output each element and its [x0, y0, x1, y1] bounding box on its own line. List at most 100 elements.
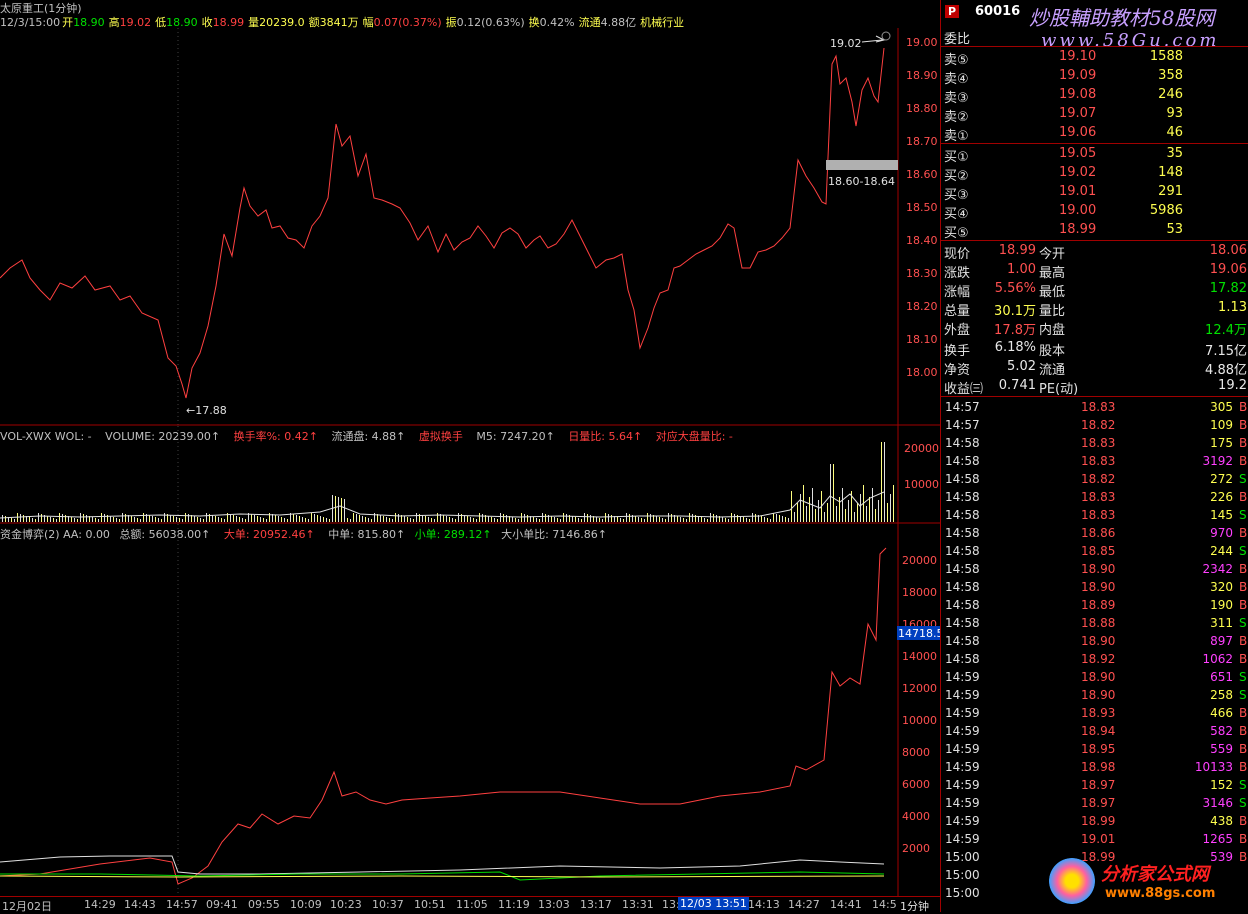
- volume-bar: [161, 519, 162, 522]
- sell-row[interactable]: 卖① 19.06 46: [941, 124, 1248, 144]
- volume-bar: [563, 513, 564, 522]
- trade-row[interactable]: 14:58 18.83 145 S: [941, 506, 1248, 524]
- volume-bar: [659, 517, 660, 522]
- trade-row[interactable]: 14:59 18.97 152 S: [941, 776, 1248, 794]
- volume-bar: [59, 513, 60, 522]
- trade-row[interactable]: 14:59 18.94 582 B: [941, 722, 1248, 740]
- info-icon[interactable]: [881, 31, 891, 41]
- sell-row[interactable]: 卖⑤ 19.10 1588: [941, 48, 1248, 68]
- trade-row[interactable]: 14:58 18.90 897 B: [941, 632, 1248, 650]
- volume-bar: [893, 485, 894, 522]
- volume-bar: [803, 485, 804, 522]
- volume-bar: [113, 517, 114, 522]
- total-line: [0, 855, 885, 875]
- trade-row[interactable]: 14:58 18.82 272 S: [941, 470, 1248, 488]
- x-tick: 14:41: [830, 898, 862, 911]
- trade-row[interactable]: 14:57 18.83 305 B: [941, 398, 1248, 416]
- volume-bar: [881, 442, 882, 522]
- volume-bar: [116, 518, 117, 522]
- trade-row[interactable]: 14:58 18.89 190 B: [941, 596, 1248, 614]
- price-tick: 18.40: [906, 234, 938, 247]
- sell-row[interactable]: 卖② 19.07 93: [941, 105, 1248, 125]
- trade-row[interactable]: 14:58 18.92 1062 B: [941, 650, 1248, 668]
- trade-side: B: [1239, 436, 1248, 450]
- trade-row[interactable]: 14:59 18.97 3146 S: [941, 794, 1248, 812]
- volume-bar: [836, 506, 837, 522]
- volume-bar: [551, 516, 552, 522]
- volume-bar: [479, 513, 480, 522]
- stat-row: 总量 30.1万 量比 1.13: [941, 299, 1248, 319]
- trade-price: 18.93: [1081, 706, 1116, 720]
- volume-bar: [278, 516, 279, 522]
- volume-bar: [302, 517, 303, 522]
- low-annotation: ←17.88: [186, 404, 227, 417]
- trade-row[interactable]: 14:58 18.88 311 S: [941, 614, 1248, 632]
- volume-bar: [629, 514, 630, 522]
- trade-row[interactable]: 14:58 18.83 226 B: [941, 488, 1248, 506]
- trade-time: 15:00: [945, 868, 980, 882]
- buy-row[interactable]: 买② 19.02 148: [941, 164, 1248, 184]
- trade-row[interactable]: 14:59 19.01 1265 B: [941, 830, 1248, 848]
- trade-row[interactable]: 14:58 18.86 970 B: [941, 524, 1248, 542]
- trade-row[interactable]: 14:58 18.85 244 S: [941, 542, 1248, 560]
- trade-row[interactable]: 14:59 18.90 258 S: [941, 686, 1248, 704]
- volume-bar: [308, 519, 309, 522]
- volume-bar: [386, 517, 387, 522]
- trade-row[interactable]: 14:58 18.90 320 B: [941, 578, 1248, 596]
- trade-row[interactable]: 14:57 18.82 109 B: [941, 416, 1248, 434]
- stock-code[interactable]: 60016: [975, 4, 1020, 19]
- trade-row[interactable]: 14:58 18.83 175 B: [941, 434, 1248, 452]
- fund-chart[interactable]: 20000 18000 16000 14000 12000 10000 8000…: [0, 524, 940, 896]
- sell-row[interactable]: 卖③ 19.08 246: [941, 86, 1248, 106]
- chart-header: 太原重工(1分钟): [0, 0, 900, 15]
- volume-bar: [287, 519, 288, 522]
- volume-bar: [263, 518, 264, 522]
- order-price: 19.02: [1059, 165, 1097, 180]
- volume-bar: [236, 516, 237, 522]
- trade-row[interactable]: 14:59 18.90 651 S: [941, 668, 1248, 686]
- buy-row[interactable]: 买⑤ 18.99 53: [941, 221, 1248, 241]
- trade-row[interactable]: 14:58 18.90 2342 B: [941, 560, 1248, 578]
- volume-bar: [56, 519, 57, 522]
- sell-row[interactable]: 卖④ 19.09 358: [941, 67, 1248, 87]
- volume-bar: [434, 519, 435, 522]
- trade-row[interactable]: 14:59 18.95 559 B: [941, 740, 1248, 758]
- trade-side: S: [1239, 670, 1247, 684]
- buy-row[interactable]: 买③ 19.01 291: [941, 183, 1248, 203]
- trade-price: 18.83: [1081, 454, 1116, 468]
- price-chart[interactable]: 18.60-18.64 19.02 ←17.88 19.00 18.90 18.…: [0, 28, 940, 426]
- volume-bar: [500, 513, 501, 522]
- vol-tick: 20000: [904, 442, 939, 455]
- trade-row[interactable]: 14:59 18.93 466 B: [941, 704, 1248, 722]
- x-tick: 10:37: [372, 898, 404, 911]
- volume-bar: [878, 500, 879, 522]
- stat-value: 19.2: [1218, 378, 1247, 393]
- trade-volume: 258: [1210, 688, 1233, 702]
- volume-bar: [797, 503, 798, 522]
- volume-bar: [644, 519, 645, 522]
- trade-row[interactable]: 14:59 18.99 438 B: [941, 812, 1248, 830]
- stat-label: 涨幅: [944, 285, 971, 300]
- trade-volume: 897: [1210, 634, 1233, 648]
- trade-row[interactable]: 14:58 18.83 3192 B: [941, 452, 1248, 470]
- trade-price: 18.97: [1081, 796, 1116, 810]
- trade-time: 14:58: [945, 454, 980, 468]
- volume-bar: [731, 513, 732, 522]
- p-badge[interactable]: P: [945, 5, 960, 18]
- volume-bar: [92, 517, 93, 522]
- volume-chart[interactable]: 20000 10000: [0, 426, 940, 524]
- volume-bar: [578, 518, 579, 522]
- volume-bar: [29, 517, 30, 522]
- order-label: 卖⑤: [944, 53, 969, 68]
- volume-bar: [83, 514, 84, 522]
- volume-bar: [182, 519, 183, 522]
- buy-row[interactable]: 买① 19.05 35: [941, 145, 1248, 165]
- buy-row[interactable]: 买④ 19.00 5986: [941, 202, 1248, 222]
- trade-row[interactable]: 14:59 18.98 10133 B: [941, 758, 1248, 776]
- volume-bar: [437, 513, 438, 522]
- order-label: 买③: [944, 188, 969, 203]
- volume-bar: [665, 519, 666, 522]
- trade-time: 14:58: [945, 544, 980, 558]
- volume-bar: [809, 497, 810, 522]
- volume-bar: [476, 519, 477, 522]
